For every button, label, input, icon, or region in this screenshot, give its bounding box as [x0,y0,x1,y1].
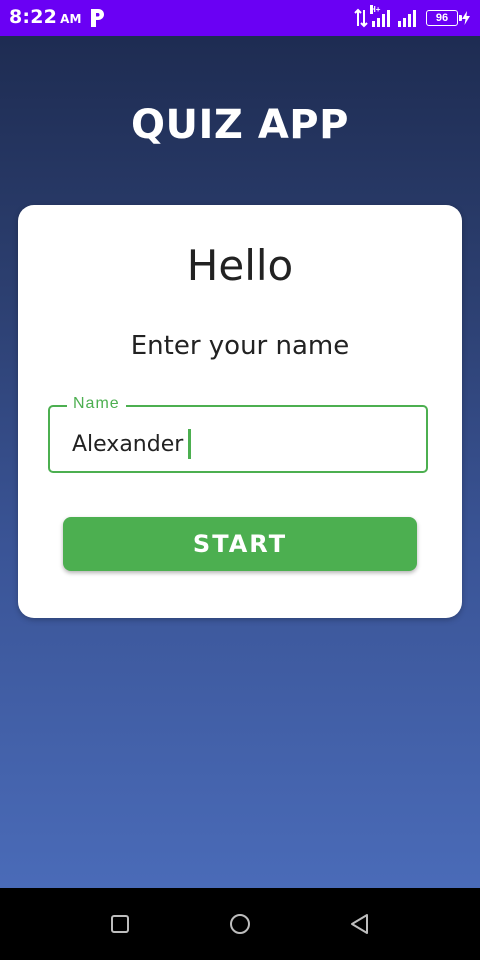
status-icons: H+ 96 [354,5,470,30]
name-input-label: Name [67,395,126,413]
app-content: QUIZ APP Hello Enter your name Name Alex… [0,36,480,888]
name-input[interactable]: Name Alexander [48,395,428,473]
name-card: Hello Enter your name Name Alexander STA… [18,205,462,618]
start-button-label: START [192,530,288,558]
start-button[interactable]: START [63,517,417,571]
p-icon [91,9,104,27]
status-time-value: 8:22 [9,6,58,28]
back-triangle-icon[interactable] [348,912,372,936]
data-transfer-icon [354,8,368,28]
name-input-value-wrap[interactable]: Alexander [72,429,192,459]
greeting-heading: Hello [186,241,294,290]
recents-square-icon[interactable] [108,912,132,936]
network-type: H+ [370,5,381,14]
battery-level: 96 [435,12,449,24]
charging-icon [462,11,470,25]
navigation-bar [0,888,480,960]
signal-icon-2 [398,9,416,27]
text-cursor [188,429,192,459]
home-circle-icon[interactable] [228,912,252,936]
status-ampm: AM [60,12,82,26]
phone-screen: 8:22 AM H+ 96 QUIZ APP Hello Enter your … [0,0,480,960]
name-prompt: Enter your name [130,331,350,361]
app-title: QUIZ APP [131,102,349,148]
status-bar: 8:22 AM H+ 96 [0,0,480,36]
name-input-value[interactable]: Alexander [72,432,183,457]
status-time: 8:22 AM [9,6,82,28]
battery-icon: 96 [426,10,462,26]
signal-icon: H+ [370,5,390,27]
